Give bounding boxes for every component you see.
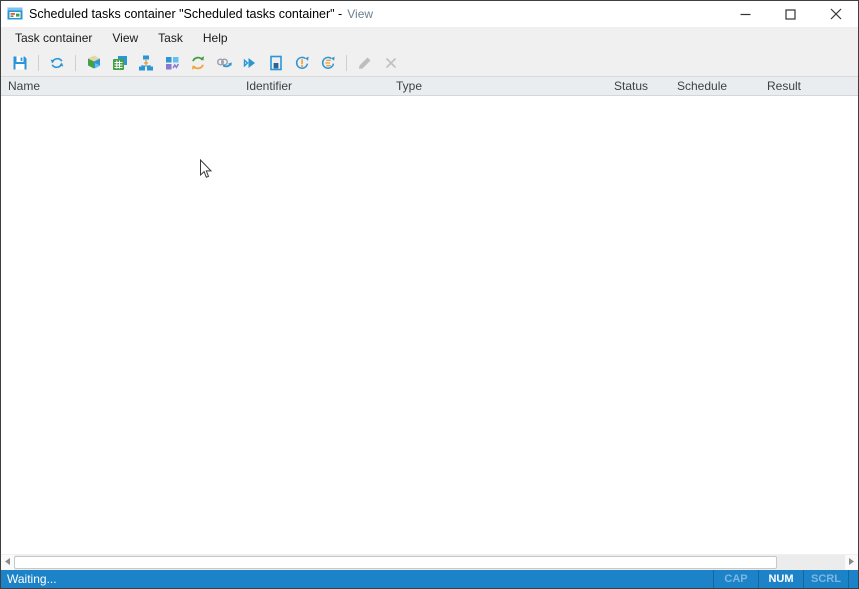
close-icon [830,8,842,20]
save-icon [12,55,28,71]
edit-icon [357,55,373,71]
caps-lock-indicator: CAP [713,569,758,588]
task-list-area[interactable] [1,96,858,554]
data-cube-button[interactable] [82,51,106,75]
minimize-button[interactable] [723,1,768,27]
save-button[interactable] [8,51,32,75]
maximize-icon [785,8,796,20]
performance-blocks-button[interactable] [160,51,184,75]
data-cube-icon [86,55,102,71]
container-icon [268,55,284,71]
mouse-cursor [199,158,213,185]
column-header-type[interactable]: Type [389,79,607,93]
refresh-button[interactable] [45,51,69,75]
spreadsheet-icon [112,55,128,71]
window-title: Scheduled tasks container "Scheduled tas… [29,7,343,21]
performance-blocks-icon [164,55,180,71]
column-header-status[interactable]: Status [607,79,670,93]
title-bar: Scheduled tasks container "Scheduled tas… [1,1,858,27]
run-icon [242,55,258,71]
links-icon [216,55,232,71]
recurring-task-button[interactable] [186,51,210,75]
app-icon [7,6,23,22]
toolbar-separator [346,54,347,71]
menu-view[interactable]: View [102,28,148,48]
recurring-task-icon [190,55,206,71]
maximize-button[interactable] [768,1,813,27]
window-title-view: View [347,7,374,21]
edit-button[interactable] [353,51,377,75]
status-bar: Waiting... CAP NUM SCRL [1,569,858,588]
num-lock-indicator: NUM [758,569,803,588]
spreadsheet-button[interactable] [108,51,132,75]
menu-help[interactable]: Help [193,28,238,48]
scrollbar-thumb[interactable] [14,556,777,569]
refresh-schedule-icon [320,55,336,71]
scroll-right-button[interactable] [845,555,858,570]
toolbar-separator [75,54,76,71]
horizontal-scrollbar [1,554,858,570]
refresh-schedule-button[interactable] [316,51,340,75]
scroll-right-icon [849,558,854,567]
close-button[interactable] [813,1,858,27]
refresh-status-icon [294,55,310,71]
menu-bar: Task container View Task Help [1,27,858,49]
delete-button[interactable] [379,51,403,75]
scroll-left-icon [5,558,10,567]
structure-icon [138,55,154,71]
column-header-schedule[interactable]: Schedule [670,79,760,93]
toolbar [1,49,858,77]
delete-icon [383,55,399,71]
menu-task-container[interactable]: Task container [5,28,102,48]
table-header: Name Identifier Type Status Schedule Res… [1,77,858,96]
refresh-status-button[interactable] [290,51,314,75]
column-header-identifier[interactable]: Identifier [239,79,389,93]
minimize-icon [740,9,751,20]
status-message: Waiting... [7,571,57,586]
menu-task[interactable]: Task [148,28,193,48]
scroll-left-button[interactable] [1,555,14,570]
container-button[interactable] [264,51,288,75]
statusbar-tail [848,569,858,588]
run-button[interactable] [238,51,262,75]
app-window: Scheduled tasks container "Scheduled tas… [0,0,859,589]
toolbar-separator [38,54,39,71]
refresh-icon [49,55,65,71]
scroll-lock-indicator: SCRL [803,569,848,588]
structure-button[interactable] [134,51,158,75]
links-button[interactable] [212,51,236,75]
column-header-result[interactable]: Result [760,79,858,93]
column-header-name[interactable]: Name [1,79,239,93]
